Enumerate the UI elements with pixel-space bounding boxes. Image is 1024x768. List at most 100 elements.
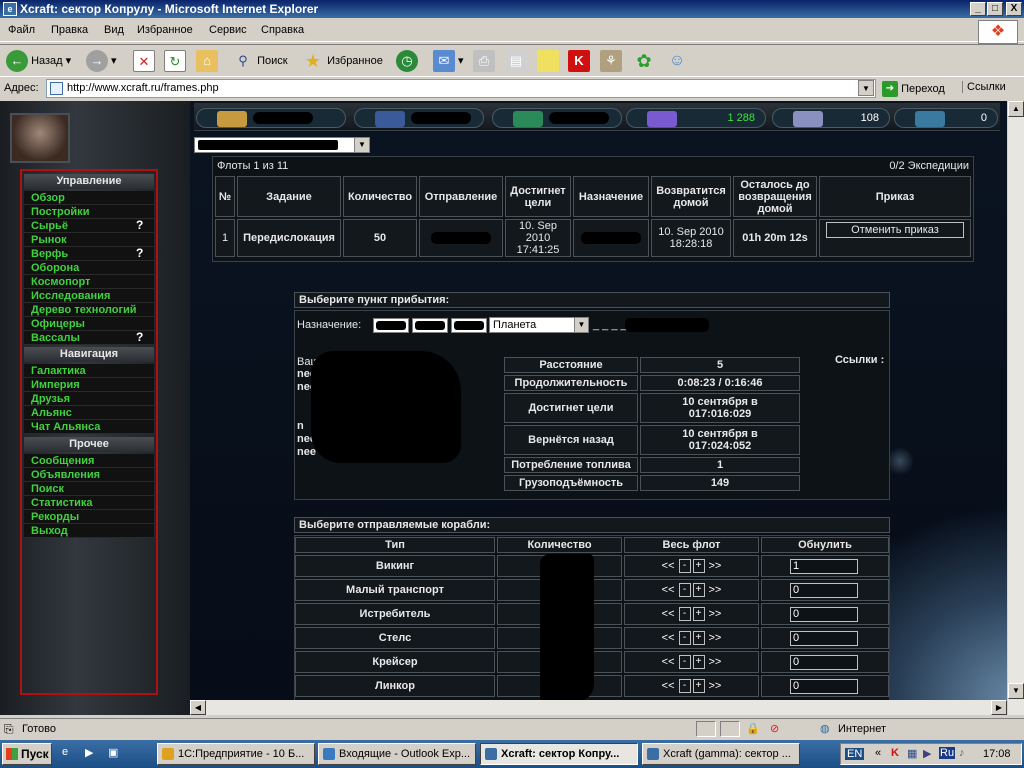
sidebar-item-manage-5[interactable]: Оборона (24, 261, 154, 275)
media-quicklaunch-icon[interactable]: ▶ (85, 746, 93, 759)
ship-count-input[interactable] (790, 606, 858, 622)
plus-button[interactable]: + (692, 607, 705, 621)
sidebar-item-other-3[interactable]: Статистика (24, 496, 154, 510)
menu-favorites[interactable]: Избранное (137, 24, 193, 36)
max-left-button[interactable]: << (662, 608, 675, 620)
tray-language[interactable]: Ru (939, 747, 956, 759)
tray-expand-icon[interactable]: « (875, 747, 881, 759)
kaspersky-tray-icon[interactable]: K (891, 747, 899, 759)
max-left-button[interactable]: << (662, 656, 675, 668)
sidebar-item-navigation-2[interactable]: Друзья (24, 392, 154, 406)
research-button[interactable]: ⚘ (600, 49, 622, 73)
address-input[interactable]: http://www.xcraft.ru/frames.php (46, 79, 876, 98)
refresh-button[interactable]: ↻ (164, 49, 186, 73)
cancel-order-button[interactable]: Отменить приказ (826, 222, 964, 238)
menu-file[interactable]: Файл (8, 24, 35, 36)
max-right-button[interactable]: >> (709, 656, 722, 668)
ship-count-input[interactable] (790, 654, 858, 670)
help-icon[interactable]: ? (136, 218, 143, 232)
sidebar-item-manage-0[interactable]: Обзор (24, 191, 154, 205)
scroll-right-icon[interactable]: ▶ (991, 700, 1007, 715)
sidebar-item-navigation-3[interactable]: Альянс (24, 406, 154, 420)
scroll-down-icon[interactable]: ▼ (1008, 683, 1024, 699)
sidebar-item-manage-9[interactable]: Офицеры (24, 317, 154, 331)
go-button[interactable]: ➔ Переход (882, 81, 945, 97)
ie-quicklaunch-icon[interactable]: e (62, 746, 68, 758)
sidebar-item-navigation-0[interactable]: Галактика (24, 364, 154, 378)
links-button[interactable]: Ссылки (962, 81, 1006, 93)
plus-button[interactable]: + (692, 559, 705, 573)
max-left-button[interactable]: << (662, 680, 675, 692)
max-left-button[interactable]: << (662, 632, 675, 644)
sidebar-item-other-5[interactable]: Выход (24, 524, 154, 538)
sidebar-item-other-2[interactable]: Поиск (24, 482, 154, 496)
taskbar-button[interactable]: Xcraft (gamma): сектор ... (642, 743, 800, 765)
menu-view[interactable]: Вид (104, 24, 124, 36)
sidebar-item-manage-7[interactable]: Исследования (24, 289, 154, 303)
menu-tools[interactable]: Сервис (209, 24, 247, 36)
plus-button[interactable]: + (692, 679, 705, 693)
help-icon[interactable]: ? (136, 330, 143, 344)
menu-help[interactable]: Справка (261, 24, 304, 36)
sidebar-item-other-0[interactable]: Сообщения (24, 454, 154, 468)
sidebar-item-navigation-4[interactable]: Чат Альянса (24, 420, 154, 434)
max-left-button[interactable]: << (662, 560, 675, 572)
start-button[interactable]: Пуск (2, 743, 52, 765)
sidebar-item-manage-4[interactable]: Верфь (24, 247, 154, 261)
kaspersky-button[interactable]: K (568, 49, 590, 73)
address-dropdown-icon[interactable]: ▼ (858, 80, 874, 96)
note-button[interactable] (537, 49, 559, 73)
sidebar-item-manage-10[interactable]: Вассалы (24, 331, 154, 345)
plus-button[interactable]: + (692, 655, 705, 669)
sidebar-item-navigation-1[interactable]: Империя (24, 378, 154, 392)
speaker-icon[interactable]: ♪ (959, 747, 965, 759)
maximize-button[interactable]: □ (987, 2, 1003, 16)
sidebar-item-other-4[interactable]: Рекорды (24, 510, 154, 524)
sidebar-item-other-1[interactable]: Объявления (24, 468, 154, 482)
sidebar-item-manage-1[interactable]: Постройки (24, 205, 154, 219)
taskbar-button[interactable]: 1С:Предприятие - 10 Б... (157, 743, 315, 765)
planet-type-select[interactable]: Планета ▼ (489, 317, 589, 333)
max-right-button[interactable]: >> (709, 632, 722, 644)
language-indicator[interactable]: EN (845, 748, 865, 760)
ship-count-input[interactable] (790, 558, 858, 574)
vertical-scrollbar[interactable]: ▲ ▼ (1007, 101, 1024, 715)
plus-button[interactable]: + (692, 631, 705, 645)
minus-button[interactable]: - (678, 559, 691, 573)
messenger-button[interactable]: ☺ (666, 49, 688, 73)
stop-button[interactable]: ✕ (133, 49, 155, 73)
sidebar-item-manage-2[interactable]: Сырьё (24, 219, 154, 233)
minus-button[interactable]: - (678, 583, 691, 597)
horizontal-scrollbar[interactable]: ◀ ▶ (190, 700, 1007, 715)
edit-button[interactable]: ▤ (505, 49, 527, 73)
history-button[interactable]: ◷ (396, 49, 418, 73)
menu-edit[interactable]: Правка (51, 24, 88, 36)
minus-button[interactable]: - (678, 631, 691, 645)
minus-button[interactable]: - (678, 679, 691, 693)
max-right-button[interactable]: >> (709, 680, 722, 692)
print-button[interactable]: ⎙ (473, 49, 495, 73)
max-left-button[interactable]: << (662, 584, 675, 596)
mail-button[interactable]: ✉ ▾ (433, 49, 464, 73)
taskbar-button[interactable]: Xcraft: сектор Копру... (480, 743, 638, 765)
favorites-button[interactable]: ★ Избранное (302, 49, 383, 73)
minus-button[interactable]: - (678, 655, 691, 669)
scroll-left-icon[interactable]: ◀ (190, 700, 206, 715)
icq-button[interactable]: ✿ (633, 49, 655, 73)
scroll-up-icon[interactable]: ▲ (1008, 101, 1024, 117)
close-button[interactable]: X (1006, 2, 1022, 16)
avatar[interactable] (10, 113, 70, 163)
desktop-quicklaunch-icon[interactable]: ▣ (108, 746, 118, 759)
sidebar-item-manage-6[interactable]: Космопорт (24, 275, 154, 289)
minimize-button[interactable]: _ (970, 2, 986, 16)
forward-button[interactable]: → ▾ (86, 49, 117, 73)
ship-count-input[interactable] (790, 582, 858, 598)
back-button[interactable]: ← Назад ▾ (6, 49, 71, 73)
max-right-button[interactable]: >> (709, 584, 722, 596)
network-tray-icon[interactable]: ▦ (907, 747, 917, 760)
plus-button[interactable]: + (692, 583, 705, 597)
home-button[interactable]: ⌂ (196, 49, 218, 73)
minus-button[interactable]: - (678, 607, 691, 621)
ship-count-input[interactable] (790, 630, 858, 646)
help-icon[interactable]: ? (136, 246, 143, 260)
